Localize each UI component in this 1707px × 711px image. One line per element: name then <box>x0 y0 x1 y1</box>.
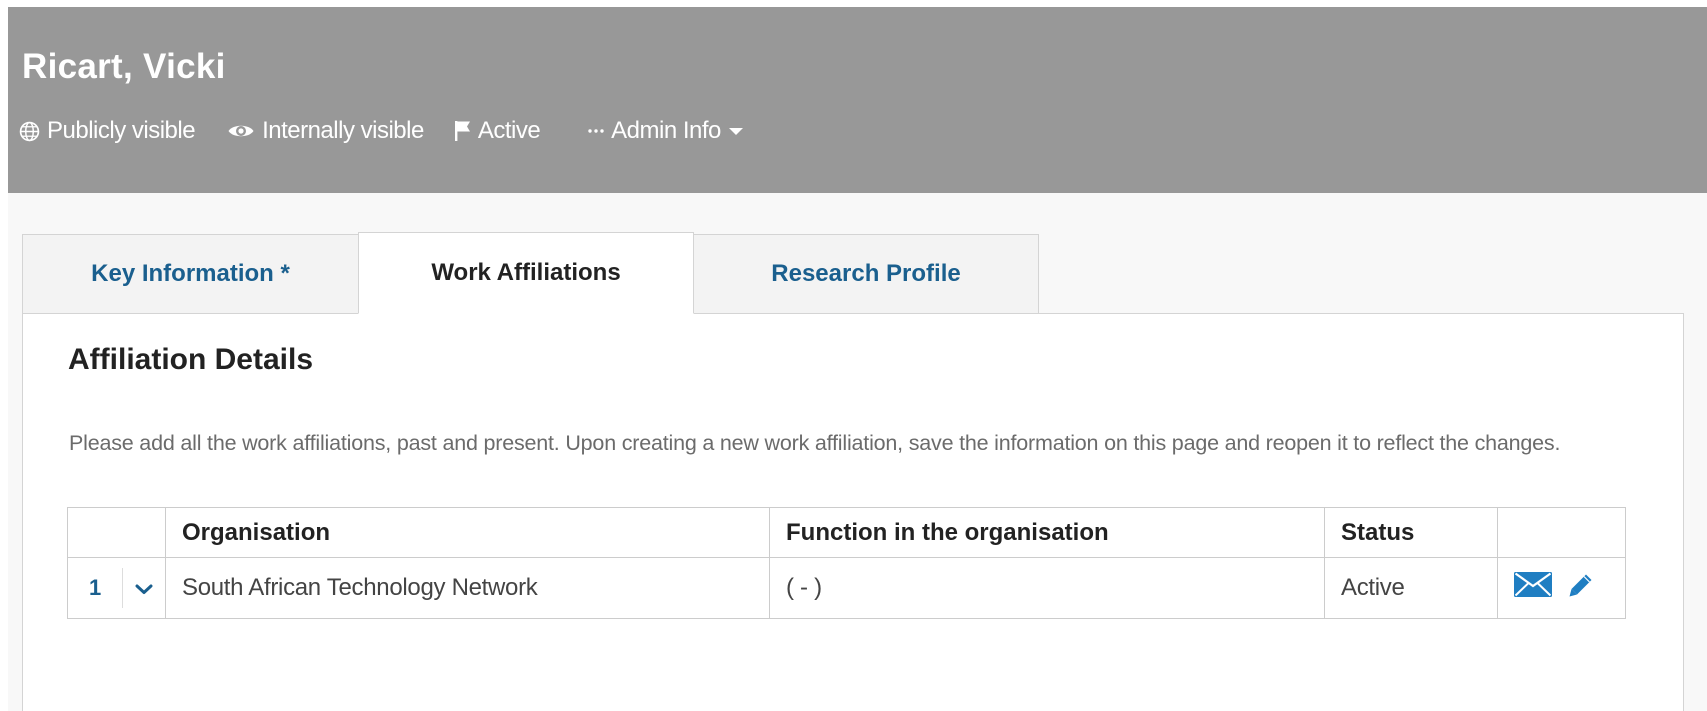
tab-key-information[interactable]: Key Information * <box>22 234 359 314</box>
email-button[interactable] <box>1514 572 1552 604</box>
admin-info-dropdown[interactable]: Admin Info <box>588 117 743 145</box>
affiliations-table: Organisation Function in the organisatio… <box>67 507 1626 619</box>
section-title: Affiliation Details <box>68 343 314 376</box>
table-header-row: Organisation Function in the organisatio… <box>67 507 1626 558</box>
table-row: 1 South African Technology Network ( - )… <box>67 557 1626 619</box>
ellipsis-icon <box>588 128 604 134</box>
record-status: Active <box>454 117 541 145</box>
edit-button[interactable] <box>1568 572 1594 605</box>
column-header-index <box>67 507 166 558</box>
chevron-down-icon <box>135 574 153 602</box>
person-header: Ricart, Vicki Publicly visible Internall… <box>8 7 1707 193</box>
tab-work-affiliations[interactable]: Work Affiliations <box>358 232 694 314</box>
column-header-organisation: Organisation <box>165 507 770 558</box>
pencil-icon <box>1568 572 1594 605</box>
public-visibility: Publicly visible <box>19 117 196 145</box>
expand-row-button[interactable] <box>123 574 165 602</box>
column-header-status: Status <box>1324 507 1498 558</box>
row-number: 1 <box>68 568 123 608</box>
eye-icon <box>227 121 255 141</box>
actions-cell <box>1497 557 1626 619</box>
row-index-cell: 1 <box>67 557 166 619</box>
organisation-cell: South African Technology Network <box>165 557 770 619</box>
visibility-meta-row: Publicly visible Internally visible Acti… <box>19 115 743 147</box>
record-status-label: Active <box>477 117 541 144</box>
function-cell: ( - ) <box>769 557 1325 619</box>
column-header-function: Function in the organisation <box>769 507 1325 558</box>
person-name: Ricart, Vicki <box>22 47 226 86</box>
column-header-actions <box>1497 507 1626 558</box>
admin-info-label: Admin Info <box>611 117 721 144</box>
envelope-icon <box>1514 572 1552 604</box>
flag-icon <box>454 120 471 142</box>
globe-icon <box>19 121 40 142</box>
caret-down-icon <box>728 127 743 136</box>
status-cell: Active <box>1324 557 1498 619</box>
public-visibility-label: Publicly visible <box>47 117 196 144</box>
tab-research-profile[interactable]: Research Profile <box>693 234 1039 314</box>
internal-visibility: Internally visible <box>227 117 424 145</box>
internal-visibility-label: Internally visible <box>262 117 424 144</box>
section-instructions: Please add all the work affiliations, pa… <box>69 431 1561 455</box>
